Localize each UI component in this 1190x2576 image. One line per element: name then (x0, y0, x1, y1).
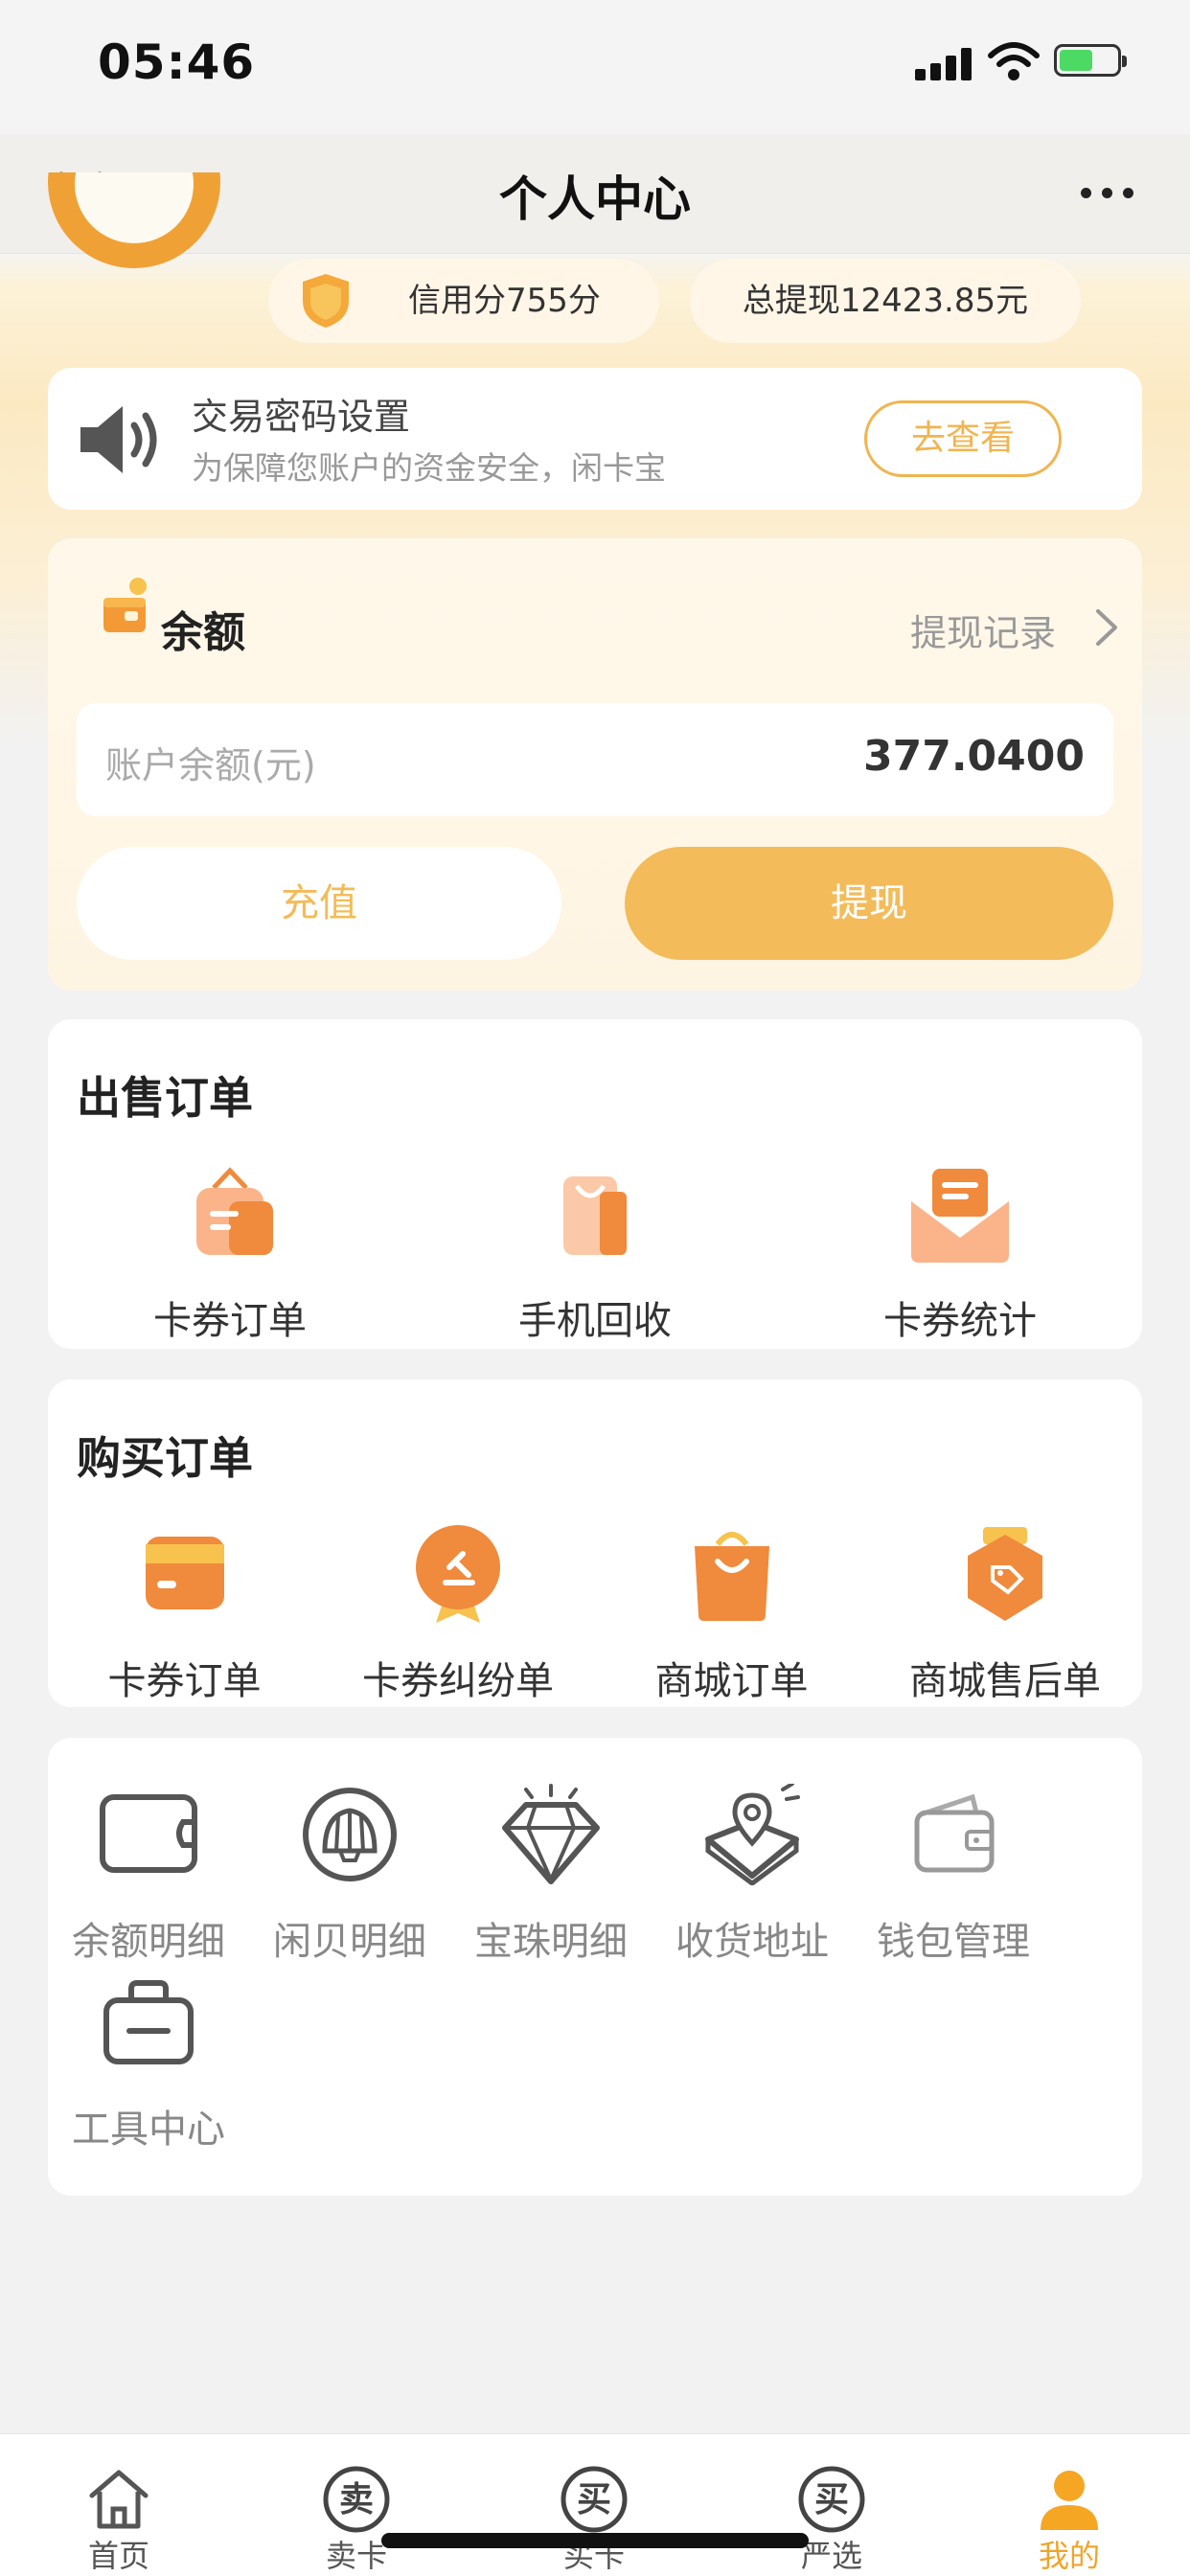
card-icon (145, 1537, 224, 1609)
selected-badge-char: 买 (814, 2480, 849, 2519)
shopping-bag-icon (563, 1176, 627, 1255)
view-button[interactable]: 去查看 (864, 400, 1062, 477)
tools-card: 余额明细 闲贝明细 宝珠明细 收货地址 钱包管理 工具中心 (48, 1738, 1142, 2196)
sell-badge-char: 卖 (339, 2480, 374, 2519)
card-bag-icon (196, 1167, 273, 1255)
balance-amount: 377.0400 (862, 732, 1085, 781)
phone-recycle[interactable]: 手机回收 (413, 1163, 777, 1345)
card-disputes-label: 卡券纠纷单 (362, 1659, 554, 1703)
sell-orders-title: 出售订单 (77, 1072, 253, 1124)
balance-details[interactable]: 余额明细 (48, 1784, 249, 1975)
tab-mine[interactable]: 我的 (950, 2434, 1188, 2576)
xianbei-details[interactable]: 闲贝明细 (249, 1784, 450, 1975)
balance-card: 余额 提现记录 账户余额(元) 377.0400 充值 提现 (48, 538, 1142, 991)
status-time: 05:46 (98, 34, 256, 90)
envelope-card-icon (911, 1169, 1009, 1263)
avatar[interactable] (48, 172, 220, 335)
sell-card-orders-label: 卡券订单 (153, 1299, 307, 1343)
buy-orders-card: 购买订单 卡券订单 卡券纠纷单 商城订单 商城售后单 (48, 1379, 1142, 1707)
withdraw-record-link[interactable]: 提现记录 (910, 604, 1056, 656)
card-stats-label: 卡券统计 (883, 1299, 1037, 1343)
wallet-icon (914, 1793, 995, 1873)
mall-orders[interactable]: 商城订单 (595, 1523, 868, 1705)
chevron-right-icon[interactable] (1092, 607, 1121, 648)
balance-details-label: 余额明细 (72, 1920, 225, 1964)
status-bar: 05:46 (0, 0, 1190, 134)
home-icon (89, 2470, 149, 2529)
buy-card-orders-label: 卡券订单 (107, 1659, 262, 1703)
toolbox-icon (103, 1980, 194, 2064)
mall-after-sales-label: 商城售后单 (909, 1659, 1101, 1703)
diamond-icon (502, 1784, 600, 1884)
wallet-coin-icon (103, 578, 147, 632)
wallet-management[interactable]: 钱包管理 (853, 1784, 1054, 1975)
tag-badge-icon (968, 1527, 1042, 1621)
total-withdraw-badge: 总提现12423.85元 (690, 259, 1081, 343)
card-stats[interactable]: 卡券统计 (778, 1163, 1142, 1345)
notice-description: 为保障您账户的资金安全，闲卡宝 (192, 449, 666, 487)
notice-title: 交易密码设置 (192, 396, 411, 438)
buy-badge-icon: 买 (561, 2466, 628, 2533)
wallet-card-icon (100, 1794, 197, 1873)
more-options-icon[interactable] (1073, 178, 1142, 207)
card-disputes[interactable]: 卡券纠纷单 (321, 1523, 595, 1705)
shipping-address-label: 收货地址 (675, 1920, 829, 1964)
tab-mine-label: 我的 (1038, 2538, 1100, 2574)
sell-card-orders[interactable]: 卡券订单 (48, 1163, 412, 1345)
pearl-details-label: 宝珠明细 (474, 1920, 628, 1964)
buy-badge-char: 买 (577, 2480, 611, 2519)
speaker-icon (80, 406, 157, 473)
tool-center-label: 工具中心 (72, 2108, 225, 2152)
withdraw-button[interactable]: 提现 (625, 847, 1113, 960)
password-notice-banner: 交易密码设置 为保障您账户的资金安全，闲卡宝 去查看 (48, 368, 1142, 510)
balance-title: 余额 (161, 608, 245, 657)
tab-buy[interactable]: 买 买卡 (475, 2434, 713, 2576)
selected-badge-icon: 买 (798, 2466, 865, 2533)
shipping-address[interactable]: 收货地址 (652, 1784, 853, 1975)
tool-center[interactable]: 工具中心 (48, 1972, 249, 2163)
account-balance-row: 账户余额(元) 377.0400 (77, 703, 1113, 816)
xianbei-details-label: 闲贝明细 (273, 1920, 426, 1964)
tab-selected[interactable]: 买 严选 (713, 2434, 950, 2576)
location-map-icon (705, 1784, 800, 1885)
battery-icon (1054, 44, 1127, 77)
cellular-signal-icon (915, 46, 973, 80)
tab-home-label: 首页 (87, 2538, 149, 2574)
mall-after-sales[interactable]: 商城售后单 (868, 1523, 1142, 1705)
credit-score-badge[interactable]: 信用分755分 (268, 259, 659, 343)
buy-orders-title: 购买订单 (77, 1432, 253, 1484)
phone-recycle-label: 手机回收 (518, 1299, 672, 1343)
shell-icon (303, 1788, 397, 1881)
mall-bag-icon (694, 1532, 769, 1621)
shield-icon (303, 274, 349, 328)
tab-bar: 首页 卖 卖卡 买 买卡 买 严选 我的 (0, 2433, 1190, 2576)
pearl-details[interactable]: 宝珠明细 (450, 1784, 652, 1975)
sell-badge-icon: 卖 (323, 2466, 390, 2533)
wifi-icon (988, 42, 1040, 80)
gavel-medal-icon (416, 1525, 500, 1623)
user-icon (1041, 2471, 1098, 2530)
recharge-button[interactable]: 充值 (77, 847, 561, 960)
credit-score-text: 信用分755分 (408, 282, 601, 320)
sell-orders-card: 出售订单 卡券订单 手机回收 卡券统计 (48, 1019, 1142, 1349)
buy-card-orders[interactable]: 卡券订单 (48, 1523, 321, 1705)
wallet-management-label: 钱包管理 (877, 1920, 1030, 1964)
home-indicator[interactable] (381, 2533, 809, 2548)
balance-label: 账户余额(元) (105, 744, 316, 786)
tab-home[interactable]: 首页 (0, 2434, 238, 2576)
mall-orders-label: 商城订单 (654, 1659, 809, 1703)
tab-sell[interactable]: 卖 卖卡 (238, 2434, 475, 2576)
